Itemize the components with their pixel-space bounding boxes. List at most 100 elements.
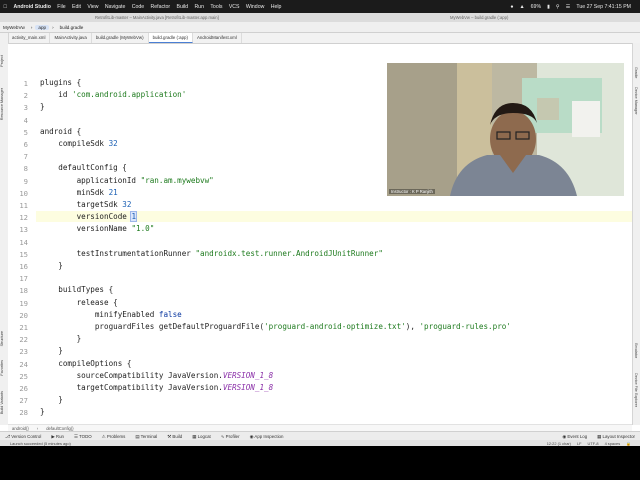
menu-help[interactable]: Help [268, 4, 285, 10]
wifi-icon[interactable]: ▲ [517, 4, 528, 10]
line-number: 1 [23, 79, 28, 88]
indent-setting[interactable]: 4 spaces [602, 441, 624, 446]
code-line[interactable]: testInstrumentationRunner "androidx.test… [40, 249, 383, 258]
button-label: TODO [79, 433, 92, 439]
build-variants-tool-button[interactable]: Build Variants [0, 391, 4, 414]
code-line[interactable]: } [40, 395, 63, 404]
menu-edit[interactable]: Edit [69, 4, 84, 10]
code-token: } [40, 346, 63, 356]
button-label: Problems [106, 433, 126, 439]
code-token: } [40, 395, 63, 405]
control-center-icon[interactable]: ☰ [563, 4, 574, 10]
code-line[interactable]: } [40, 346, 63, 355]
lock-icon[interactable]: 🔒 [623, 441, 634, 446]
terminal-button[interactable]: ▤ Terminal [130, 434, 162, 440]
app-menu[interactable]: Android Studio [10, 4, 54, 10]
menu-view[interactable]: View [84, 4, 102, 10]
line-number: 21 [19, 323, 28, 332]
code-line[interactable]: defaultConfig { [40, 163, 127, 172]
emulator-tool-button[interactable]: Emulator [634, 343, 638, 358]
button-label: Build [172, 433, 183, 439]
gradle-tool-button[interactable]: Gradle [634, 67, 638, 78]
button-label: Terminal [140, 433, 158, 439]
structure-tool-button[interactable]: Structure [0, 331, 4, 346]
battery-icon[interactable]: ▮ [544, 4, 553, 10]
line-number: 13 [19, 225, 28, 235]
code-line[interactable]: android { [40, 127, 81, 136]
todo-button[interactable]: ☰ TODO [69, 434, 97, 440]
line-number: 28 [19, 408, 28, 418]
version-control-button[interactable]: ⎇ Version Control [0, 434, 46, 440]
nav-module[interactable]: app [35, 24, 50, 30]
build-button[interactable]: ⚒ Build [162, 434, 187, 440]
code-line[interactable]: sourceCompatibility JavaVersion.VERSION_… [40, 370, 274, 380]
code-line[interactable]: versionCode 1 [40, 211, 137, 223]
code-line[interactable]: targetCompatibility JavaVersion.VERSION_… [40, 383, 274, 392]
line-number: 23 [19, 347, 28, 357]
code-line[interactable]: } [40, 334, 82, 343]
menu-navigate[interactable]: Navigate [102, 4, 129, 10]
tab-androidmanifest-xml[interactable]: AndroidManifest.xml [193, 33, 242, 43]
problems-button[interactable]: ⚠ Problems [97, 434, 131, 440]
status-message[interactable]: Launch succeeded (5 minutes ago) [0, 441, 71, 446]
code-token: versionName [40, 224, 132, 234]
tab-mainactivity-java[interactable]: MainActivity.java [50, 33, 92, 43]
device-manager-tool-button[interactable]: Device Manager [634, 87, 638, 115]
file-encoding[interactable]: UTF-8 [585, 441, 602, 446]
code-token: 32 [108, 139, 118, 148]
code-token: sourceCompatibility JavaVersion. [40, 370, 223, 380]
button-label: Version Control [11, 433, 42, 439]
menu-refactor[interactable]: Refactor [147, 4, 173, 10]
code-line[interactable]: compileSdk 32 [40, 139, 118, 148]
profiler-button[interactable]: ∿ Profiler [216, 434, 245, 440]
code-line[interactable]: proguardFiles getDefaultProguardFile('pr… [40, 322, 511, 331]
menu-run[interactable]: Run [191, 4, 207, 10]
code-line[interactable]: versionName "1.0" [40, 224, 155, 234]
menu-window[interactable]: Window [243, 4, 268, 10]
event-log-button[interactable]: ◉ Event Log [557, 434, 592, 440]
menu-vcs[interactable]: VCS [226, 4, 243, 10]
code-line[interactable]: buildTypes { [40, 285, 113, 294]
code-line[interactable]: plugins { [40, 78, 81, 87]
menu-code[interactable]: Code [129, 4, 148, 10]
line-number: 12 [19, 213, 28, 223]
code-line[interactable]: } [40, 261, 63, 270]
line-number-gutter[interactable]: 1 2 3 4 5 6 7 8 9 10 11 12 13 14 15 16 17 18 19 20 21 22 23 24 2… [8, 44, 43, 424]
right-tool-strip: Gradle Device Manager Emulator Device Fi… [632, 43, 640, 425]
tab-build-gradle-app[interactable]: build.gradle (:app) [148, 33, 193, 43]
clock[interactable]: Tue 27 Sep 7:41:15 PM [573, 4, 634, 10]
code-line[interactable]: minSdk 21 [40, 188, 118, 197]
code-token: "1.0" [131, 224, 155, 234]
code-line[interactable]: release { [40, 298, 118, 307]
resource-manager-tool-button[interactable]: Resource Manager [0, 88, 4, 120]
tab-build-gradle-project[interactable]: build.gradle (MyWebVw) [92, 33, 149, 43]
code-line[interactable]: } [40, 407, 45, 416]
code-line[interactable]: id 'com.android.application' [40, 90, 186, 99]
run-button[interactable]: ▶ Run [46, 434, 69, 440]
project-tool-button[interactable]: Project [0, 55, 4, 67]
line-separator[interactable]: LF [574, 441, 585, 446]
device-file-explorer-tool-button[interactable]: Device File Explorer [634, 373, 638, 407]
code-line[interactable]: } [40, 102, 45, 111]
favorites-tool-button[interactable]: Favorites [0, 360, 4, 376]
logcat-button[interactable]: ▦ Logcat [187, 434, 216, 440]
menu-file[interactable]: File [54, 4, 69, 10]
code-line[interactable]: applicationId "ran.am.mywebvw" [40, 176, 214, 185]
apple-icon[interactable]:  [0, 4, 10, 10]
menu-tools[interactable]: Tools [207, 4, 225, 10]
battery-percent[interactable]: 69% [528, 4, 544, 10]
tab-activity-main-xml[interactable]: activity_main.xml [8, 33, 51, 43]
code-line[interactable]: compileOptions { [40, 359, 131, 368]
app-inspection-button[interactable]: ◉ App Inspection [245, 434, 289, 440]
nav-file[interactable]: build.gradle [57, 25, 87, 30]
code-token: ), [405, 322, 420, 331]
record-icon[interactable]: ● [507, 4, 516, 10]
layout-inspector-button[interactable]: ▦ Layout Inspector [592, 434, 640, 440]
code-line[interactable]: targetSdk 32 [40, 200, 132, 209]
code-token: 'com.android.application' [72, 90, 187, 100]
nav-project[interactable]: MyWebVw [0, 25, 28, 30]
caret-position[interactable]: 12:22 (1 char) [544, 441, 574, 446]
search-icon[interactable]: ⚲ [553, 4, 563, 10]
menu-build[interactable]: Build [173, 4, 191, 10]
code-line[interactable]: minifyEnabled false [40, 310, 182, 319]
